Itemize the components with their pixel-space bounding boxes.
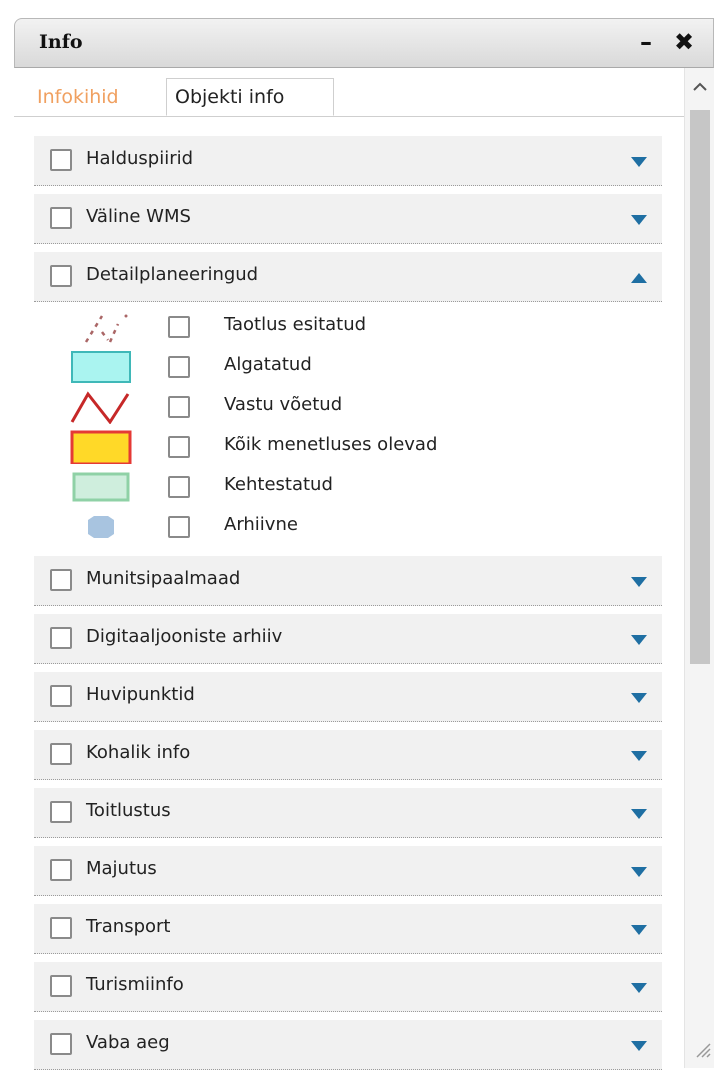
layer-checkbox[interactable] [50,859,72,881]
layer-row-huvipunktid[interactable]: Huvipunktid [34,672,662,722]
sublayer-checkbox[interactable] [168,356,190,378]
vertical-scrollbar[interactable] [684,68,714,1068]
layer-row-detailplaneeringud[interactable]: Detailplaneeringud [34,252,662,302]
expand-arrow-down-icon[interactable] [630,576,648,588]
expand-arrow-down-icon[interactable] [630,924,648,936]
sublayer-checkbox[interactable] [168,316,190,338]
collapse-arrow-up-icon[interactable] [630,272,648,284]
info-panel: Info – ✖ Infokihid Objekti info Halduspi… [14,18,714,1070]
layer-row-halduspiirid[interactable]: Halduspiirid [34,136,662,186]
red-zigzag-symbol-icon [70,391,130,424]
layer-checkbox[interactable] [50,265,72,287]
expand-arrow-down-icon[interactable] [630,156,648,168]
expand-arrow-down-icon[interactable] [630,1040,648,1052]
expand-arrow-down-icon[interactable] [630,214,648,226]
sublayer-row-kehtestatud[interactable]: Kehtestatud [34,468,662,508]
layer-label: Kohalik info [86,742,191,763]
layer-checkbox[interactable] [50,149,72,171]
layer-label: Digitaaljooniste arhiiv [86,626,283,647]
minimize-button[interactable]: – [633,27,659,57]
scrollbar-thumb[interactable] [690,110,710,664]
green-rectangle-symbol-icon [72,472,130,502]
sublayer-row-taotlus-esitatud[interactable]: Taotlus esitatud [34,308,662,348]
layer-checkbox[interactable] [50,743,72,765]
layer-checkbox[interactable] [50,1033,72,1055]
layer-row-toitlustus[interactable]: Toitlustus [34,788,662,838]
expand-arrow-down-icon[interactable] [630,982,648,994]
sublayer-label: Vastu võetud [224,394,343,415]
layer-checkbox[interactable] [50,801,72,823]
layer-checkbox[interactable] [50,207,72,229]
layer-row-valine-wms[interactable]: Väline WMS [34,194,662,244]
sublayer-label: Algatatud [224,354,312,375]
layer-checkbox[interactable] [50,569,72,591]
layer-label: Toitlustus [86,800,171,821]
layer-label: Halduspiirid [86,148,194,169]
resize-grip-icon[interactable] [693,1040,711,1058]
sublayer-checkbox[interactable] [168,436,190,458]
dashed-lines-symbol-icon [84,314,128,343]
layer-row-majutus[interactable]: Majutus [34,846,662,896]
sublayer-label: Kõik menetluses olevad [224,434,438,455]
sublayer-checkbox[interactable] [168,396,190,418]
tab-bar: Infokihid Objekti info [14,68,684,117]
expand-arrow-down-icon[interactable] [630,750,648,762]
tab-infokihid[interactable]: Infokihid [28,78,154,116]
sublayer-row-algatatud[interactable]: Algatatud [34,348,662,388]
sublayer-label: Taotlus esitatud [224,314,367,335]
sublayer-checkbox[interactable] [168,516,190,538]
layer-checkbox[interactable] [50,685,72,707]
sublayer-label: Arhiivne [224,514,298,535]
expand-arrow-down-icon[interactable] [630,808,648,820]
layer-label: Turismiinfo [86,974,184,995]
red-yellow-rectangle-symbol-icon [70,430,132,464]
layer-checkbox[interactable] [50,917,72,939]
layer-checkbox[interactable] [50,975,72,997]
panel-title: Info [39,31,83,53]
layer-row-munitsipaalmaad[interactable]: Munitsipaalmaad [34,556,662,606]
layer-label: Vaba aeg [86,1032,170,1053]
scroll-up-icon[interactable] [691,78,709,96]
blue-hexagon-symbol-icon [88,516,114,538]
tab-objekti-info[interactable]: Objekti info [166,78,334,116]
sublayer-row-vastu-voetud[interactable]: Vastu võetud [34,388,662,428]
layer-row-transport[interactable]: Transport [34,904,662,954]
layer-label: Väline WMS [86,206,191,227]
cyan-rectangle-symbol-icon [71,351,131,383]
layer-label: Huvipunktid [86,684,195,705]
expand-arrow-down-icon[interactable] [630,634,648,646]
layer-label: Detailplaneeringud [86,264,259,285]
close-button[interactable]: ✖ [671,27,697,57]
layer-checkbox[interactable] [50,627,72,649]
layer-label: Munitsipaalmaad [86,568,241,589]
sublayer-row-koik-menetluses[interactable]: Kõik menetluses olevad [34,428,662,468]
sublayer-checkbox[interactable] [168,476,190,498]
layer-label: Transport [86,916,171,937]
layer-row-turismiinfo[interactable]: Turismiinfo [34,962,662,1012]
panel-titlebar[interactable]: Info – ✖ [14,18,714,68]
sublayer-row-arhiivne[interactable]: Arhiivne [34,508,662,548]
layer-label: Majutus [86,858,157,879]
sublayer-label: Kehtestatud [224,474,333,495]
expand-arrow-down-icon[interactable] [630,866,648,878]
layer-row-digitaaljooniste-arhiiv[interactable]: Digitaaljooniste arhiiv [34,614,662,664]
layer-row-vaba-aeg[interactable]: Vaba aeg [34,1020,662,1070]
expand-arrow-down-icon[interactable] [630,692,648,704]
layer-row-kohalik-info[interactable]: Kohalik info [34,730,662,780]
